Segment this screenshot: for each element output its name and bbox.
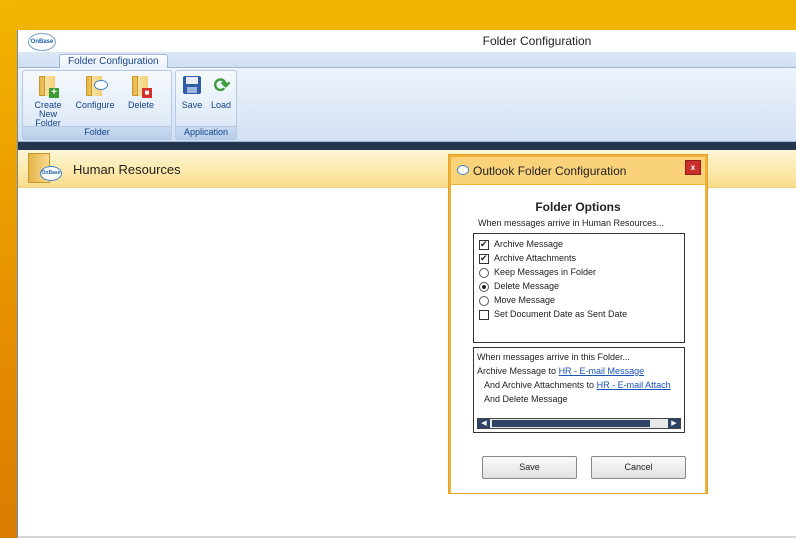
horizontal-scrollbar[interactable]: ◀ ▶ <box>477 418 681 429</box>
dialog-body: Folder Options When messages arrive in H… <box>451 185 705 493</box>
dialog-title-bar[interactable]: Outlook Folder Configuration x <box>451 157 705 185</box>
scrollbar-thumb[interactable] <box>492 420 650 427</box>
dialog-title: Outlook Folder Configuration <box>473 164 627 178</box>
configure-label: Configure <box>75 100 115 110</box>
ribbon: + Create New Folder Configure ■ Delete F… <box>18 68 796 142</box>
summary-delete-line: And Delete Message <box>484 394 568 404</box>
window-title: Folder Configuration <box>482 34 592 48</box>
scroll-right-arrow-icon[interactable]: ▶ <box>668 419 680 428</box>
onbase-logo-icon[interactable]: OnBase <box>28 33 56 51</box>
ribbon-divider <box>18 142 796 150</box>
scroll-left-arrow-icon[interactable]: ◀ <box>478 419 490 428</box>
load-label: Load <box>210 100 232 110</box>
option-archive-attachments[interactable]: Archive Attachments <box>479 252 576 265</box>
option-label: Archive Message <box>494 239 564 249</box>
ribbon-tab-strip: Folder Configuration <box>18 52 796 69</box>
configure-button[interactable]: Configure <box>73 74 117 110</box>
delete-button[interactable]: ■ Delete <box>121 74 161 110</box>
option-label: Set Document Date as Sent Date <box>494 309 628 319</box>
folder-configure-icon <box>84 74 108 98</box>
archive-target-link[interactable]: HR - E-mail Message <box>559 366 645 376</box>
folder-name: Human Resources <box>73 162 181 177</box>
option-delete-message[interactable]: Delete Message <box>479 280 559 293</box>
load-button[interactable]: ⟳ Load <box>207 74 235 110</box>
outlook-folder-config-dialog: Outlook Folder Configuration x Folder Op… <box>449 155 707 493</box>
checkbox-unchecked[interactable] <box>479 309 489 320</box>
option-label: Archive Attachments <box>494 253 577 263</box>
option-archive-message[interactable]: Archive Message <box>479 238 563 251</box>
option-label: Move Message <box>494 295 556 305</box>
save-disk-icon <box>181 74 203 98</box>
onbase-small-icon <box>457 165 469 175</box>
folder-options-heading: Folder Options <box>535 200 621 214</box>
option-set-document-date[interactable]: Set Document Date as Sent Date <box>479 308 627 321</box>
options-subtitle: When messages arrive in Human Resources.… <box>478 218 665 228</box>
close-button[interactable]: x <box>685 160 701 175</box>
ribbon-group-application: Save ⟳ Load Application <box>175 70 237 140</box>
radio-unselected[interactable] <box>479 267 489 278</box>
dialog-save-button[interactable]: Save <box>482 456 577 479</box>
attach-target-link[interactable]: HR - E-mail Attach <box>597 380 671 390</box>
summary-attach-prefix: And Archive Attachments to <box>484 380 595 390</box>
radio-selected[interactable] <box>479 281 489 292</box>
ribbon-group-folder: + Create New Folder Configure ■ Delete F… <box>22 70 172 140</box>
option-label: Delete Message <box>494 281 560 291</box>
title-bar: OnBase Folder Configuration <box>18 30 796 52</box>
summary-archive-line: Archive Message to HR - E-mail Message <box>477 366 644 376</box>
ribbon-group-label-application: Application <box>176 126 236 139</box>
checkbox-checked[interactable] <box>479 239 489 250</box>
save-label: Save <box>181 100 203 110</box>
onbase-folder-icon: OnBase <box>28 153 62 185</box>
refresh-icon: ⟳ <box>213 75 231 97</box>
folder-delete-icon: ■ <box>130 74 152 98</box>
save-button[interactable]: Save <box>178 74 206 110</box>
folder-add-icon: + <box>37 74 59 98</box>
option-move-message[interactable]: Move Message <box>479 294 555 307</box>
option-label: Keep Messages in Folder <box>494 267 597 277</box>
summary-attach-line: And Archive Attachments to HR - E-mail A… <box>484 380 671 390</box>
tab-folder-configuration[interactable]: Folder Configuration <box>59 54 168 69</box>
radio-unselected[interactable] <box>479 295 489 306</box>
dialog-cancel-button[interactable]: Cancel <box>591 456 686 479</box>
option-keep-messages[interactable]: Keep Messages in Folder <box>479 266 596 279</box>
summary-intro: When messages arrive in this Folder... <box>477 352 631 362</box>
options-list: Archive Message Archive Attachments Keep… <box>473 233 685 343</box>
create-new-folder-button[interactable]: + Create New Folder <box>26 74 70 128</box>
desktop-background <box>0 0 17 538</box>
summary-archive-prefix: Archive Message to <box>477 366 557 376</box>
create-new-folder-label: Create New Folder <box>34 100 62 128</box>
delete-label: Delete <box>127 100 154 110</box>
checkbox-checked[interactable] <box>479 253 489 264</box>
summary-panel: When messages arrive in this Folder... A… <box>473 347 685 433</box>
ribbon-group-label-folder: Folder <box>23 126 171 139</box>
